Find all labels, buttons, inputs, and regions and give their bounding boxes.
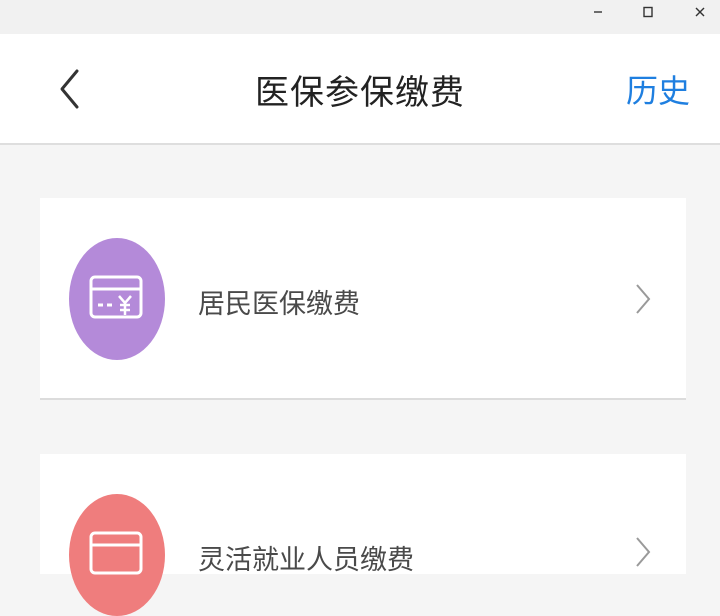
chevron-right-icon <box>636 284 651 314</box>
chevron-right-icon <box>636 537 651 567</box>
maximize-icon <box>643 6 653 18</box>
minimize-icon <box>594 11 602 13</box>
card-icon <box>89 531 143 575</box>
page-title: 医保参保缴费 <box>255 73 465 113</box>
window-title-bar <box>0 0 720 34</box>
back-button[interactable] <box>40 56 100 122</box>
chevron-left-icon <box>60 69 79 109</box>
item-icon-circle <box>69 238 165 360</box>
minimize-button[interactable] <box>578 0 618 24</box>
card-yuan-icon <box>89 275 143 319</box>
close-icon <box>695 7 705 17</box>
list-item-resident-insurance-payment[interactable]: 居民医保缴费 <box>40 198 686 400</box>
close-button[interactable] <box>680 0 720 24</box>
item-label: 居民医保缴费 <box>198 289 360 320</box>
item-icon-circle <box>69 494 165 616</box>
list-item-flexible-employment-payment[interactable]: 灵活就业人员缴费 <box>40 454 686 616</box>
nav-bar: 医保参保缴费 历史 <box>0 34 720 145</box>
maximize-button[interactable] <box>628 0 668 24</box>
history-link[interactable]: 历史 <box>626 64 690 114</box>
